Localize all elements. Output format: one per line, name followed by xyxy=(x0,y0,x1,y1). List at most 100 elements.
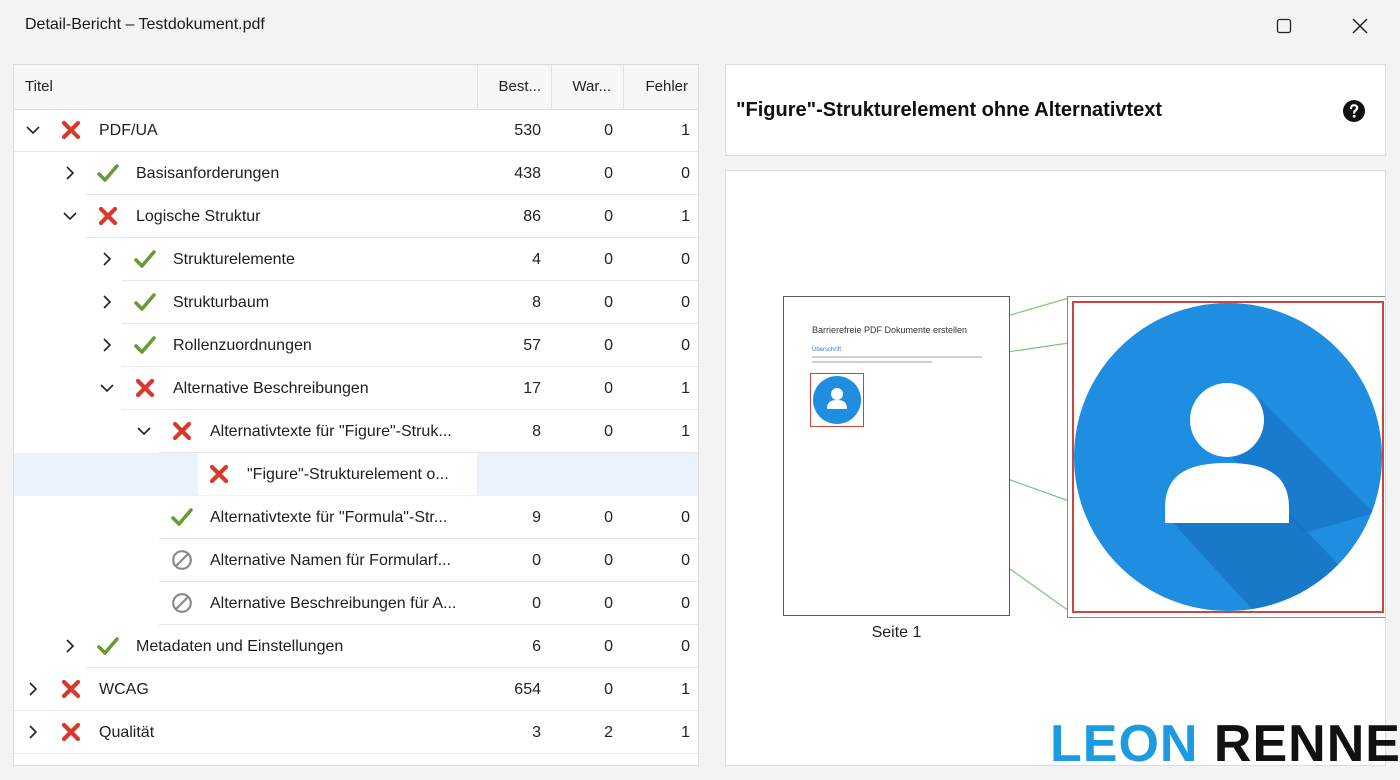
cell-fehler: 0 xyxy=(681,509,690,526)
tree-row-label: PDF/UA xyxy=(99,122,158,139)
cell-bestanden: 0 xyxy=(532,595,541,612)
cell-bestanden: 9 xyxy=(532,509,541,526)
tree-row[interactable]: Alternative Beschreibungen 17 0 1 xyxy=(14,367,698,410)
cell-fehler: 0 xyxy=(681,165,690,182)
column-header-bestanden[interactable]: Best... xyxy=(477,65,551,109)
cell-bestanden: 0 xyxy=(532,552,541,569)
cell-fehler: 0 xyxy=(681,294,690,311)
chevron-right-icon[interactable] xyxy=(61,162,79,184)
tree-row-label: Strukturbaum xyxy=(173,294,270,311)
chevron-right-icon[interactable] xyxy=(24,678,42,700)
column-header-titel[interactable]: Titel xyxy=(14,65,477,109)
page-thumbnail[interactable]: Barrierefreie PDF Dokumente erstellen Üb… xyxy=(783,296,1010,616)
tree-row-label: WCAG xyxy=(99,681,149,698)
cell-warnungen: 0 xyxy=(604,380,613,397)
not-applicable-icon xyxy=(171,592,193,614)
tree-row[interactable]: Alternative Namen für Formularf... 0 0 0 xyxy=(14,539,698,582)
tree-row-label: Logische Struktur xyxy=(136,208,261,225)
cell-warnungen: 0 xyxy=(604,638,613,655)
checkmark-icon xyxy=(171,506,193,528)
tree-row[interactable]: Alternativtexte für "Figure"-Struk... 8 0 1 xyxy=(14,410,698,453)
cell-warnungen: 0 xyxy=(604,681,613,698)
cell-bestanden: 3 xyxy=(532,724,541,741)
cell-fehler: 0 xyxy=(681,638,690,655)
cell-warnungen: 0 xyxy=(604,552,613,569)
cell-bestanden: 8 xyxy=(532,294,541,311)
cell-bestanden: 4 xyxy=(532,251,541,268)
column-header-warnungen[interactable]: War... xyxy=(551,65,623,109)
cell-bestanden xyxy=(477,453,541,496)
cell-bestanden: 530 xyxy=(514,122,541,139)
cell-warnungen xyxy=(551,453,613,496)
cell-fehler: 1 xyxy=(681,724,690,741)
tree-row[interactable]: "Figure"-Strukturelement o... xyxy=(14,453,698,496)
close-button[interactable] xyxy=(1338,8,1382,44)
tree-row-label: "Figure"-Strukturelement o... xyxy=(247,466,449,483)
tree-row[interactable]: Alternativtexte für "Formula"-Str... 9 0 0 xyxy=(14,496,698,539)
cell-warnungen: 0 xyxy=(604,337,613,354)
tree-row[interactable]: Metadaten und Einstellungen 6 0 0 xyxy=(14,625,698,668)
chevron-right-icon[interactable] xyxy=(24,721,42,743)
column-header-fehler[interactable]: Fehler xyxy=(623,65,698,109)
zoomed-figure xyxy=(1067,296,1385,618)
error-x-icon xyxy=(134,377,156,399)
chevron-right-icon[interactable] xyxy=(98,248,116,270)
brand-logo-part2: RENNER xyxy=(1213,715,1400,773)
page-text-line xyxy=(812,356,982,358)
tree-row-label: Qualität xyxy=(99,724,155,741)
tree-row[interactable]: Strukturbaum 8 0 0 xyxy=(14,281,698,324)
tree-row[interactable]: PDF/UA 530 0 1 xyxy=(14,109,698,152)
cell-bestanden: 57 xyxy=(523,337,541,354)
error-x-icon xyxy=(171,420,193,442)
tree-row[interactable]: Strukturelemente 4 0 0 xyxy=(14,238,698,281)
maximize-button[interactable] xyxy=(1262,8,1306,44)
tree-header: Titel Best... War... Fehler xyxy=(14,65,698,110)
checkmark-icon xyxy=(97,162,119,184)
report-tree[interactable]: Titel Best... War... Fehler PDF/UA 530 0 1 B… xyxy=(13,64,699,766)
window-title: Detail-Bericht – Testdokument.pdf xyxy=(25,16,265,33)
cell-warnungen: 0 xyxy=(604,294,613,311)
cell-fehler: 1 xyxy=(681,380,690,397)
detail-panel: "Figure"-Strukturelement ohne Alternativ… xyxy=(725,64,1386,156)
tree-row[interactable]: Logische Struktur 86 0 1 xyxy=(14,195,698,238)
error-x-icon xyxy=(208,463,230,485)
tree-row[interactable]: WCAG 654 0 1 xyxy=(14,668,698,711)
chevron-right-icon[interactable] xyxy=(61,635,79,657)
tree-row[interactable]: Qualität 3 2 1 xyxy=(14,711,698,754)
cell-warnungen: 0 xyxy=(604,595,613,612)
tree-row[interactable]: Alternative Beschreibungen für A... 0 0 0 xyxy=(14,582,698,625)
chevron-down-icon[interactable] xyxy=(61,205,79,227)
user-avatar-icon xyxy=(813,376,861,424)
cell-fehler: 1 xyxy=(681,423,690,440)
tree-row-label: Alternative Beschreibungen für A... xyxy=(210,595,457,612)
maximize-icon xyxy=(1276,18,1292,34)
user-avatar-icon-large xyxy=(1074,303,1382,611)
page-caption: Seite 1 xyxy=(871,624,922,641)
chevron-down-icon[interactable] xyxy=(98,377,116,399)
tree-row[interactable]: Rollenzuordnungen 57 0 0 xyxy=(14,324,698,367)
chevron-right-icon[interactable] xyxy=(98,334,116,356)
error-x-icon xyxy=(97,205,119,227)
tree-row[interactable]: Basisanforderungen 438 0 0 xyxy=(14,152,698,195)
checkmark-icon xyxy=(97,635,119,657)
error-x-icon xyxy=(60,119,82,141)
cell-bestanden: 86 xyxy=(523,208,541,225)
tree-row-label: Strukturelemente xyxy=(173,251,295,268)
detail-title: "Figure"-Strukturelement ohne Alternativ… xyxy=(736,99,1163,121)
brand-logo: LEON RENNER xyxy=(1050,714,1400,774)
cell-fehler: 0 xyxy=(681,595,690,612)
chevron-down-icon[interactable] xyxy=(135,420,153,442)
cell-warnungen: 0 xyxy=(604,251,613,268)
chevron-right-icon[interactable] xyxy=(98,291,116,313)
chevron-down-icon[interactable] xyxy=(24,119,42,141)
cell-warnungen: 0 xyxy=(604,423,613,440)
question-circle-icon[interactable] xyxy=(1342,99,1366,123)
cell-bestanden: 17 xyxy=(523,380,541,397)
cell-fehler: 0 xyxy=(681,251,690,268)
cell-bestanden: 8 xyxy=(532,423,541,440)
brand-logo-part1: LEON xyxy=(1050,715,1199,773)
cell-warnungen: 0 xyxy=(604,122,613,139)
figure-highlight-box xyxy=(810,373,864,427)
cell-warnungen: 0 xyxy=(604,509,613,526)
tree-row-label: Alternative Beschreibungen xyxy=(173,380,369,397)
